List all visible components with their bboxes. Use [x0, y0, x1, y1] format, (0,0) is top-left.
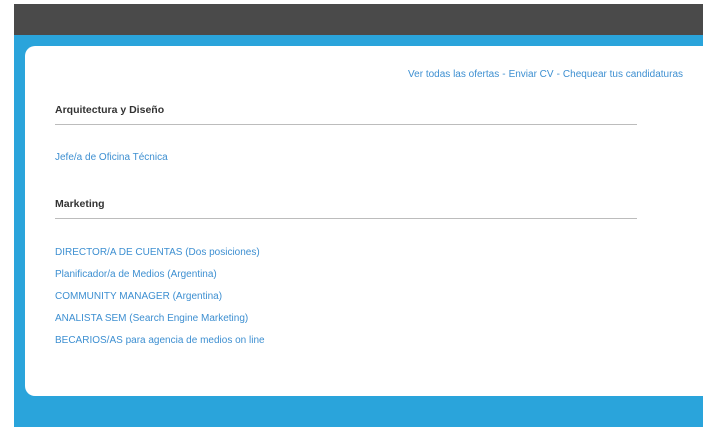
job-link[interactable]: DIRECTOR/A DE CUENTAS (Dos posiciones) [55, 247, 637, 259]
header-bar [14, 4, 703, 35]
send-cv-link[interactable]: Enviar CV [509, 69, 554, 80]
job-link[interactable]: BECARIOS/AS para agencia de medios on li… [55, 335, 637, 347]
check-applications-link[interactable]: Chequear tus candidaturas [563, 69, 683, 80]
job-listings-panel: Ver todas las ofertas - Enviar CV - Chequear… [25, 46, 703, 396]
link-separator: - [556, 69, 560, 80]
link-separator: - [502, 69, 506, 80]
top-links: Ver todas las ofertas - Enviar CV - Chequear… [408, 69, 683, 80]
section-marketing: Marketing DIRECTOR/A DE CUENTAS (Dos pos… [55, 198, 637, 357]
section-arquitectura: Arquitectura y Diseño Jefe/a de Oficina … [55, 104, 637, 174]
section-title: Arquitectura y Diseño [55, 104, 637, 125]
job-link[interactable]: Planificador/a de Medios (Argentina) [55, 269, 637, 281]
all-offers-link[interactable]: Ver todas las ofertas [408, 69, 499, 80]
job-link[interactable]: ANALISTA SEM (Search Engine Marketing) [55, 313, 637, 325]
job-list: Jefe/a de Oficina Técnica [55, 152, 637, 164]
job-link[interactable]: COMMUNITY MANAGER (Argentina) [55, 291, 637, 303]
job-list: DIRECTOR/A DE CUENTAS (Dos posiciones) P… [55, 247, 637, 347]
section-title: Marketing [55, 198, 637, 219]
job-link[interactable]: Jefe/a de Oficina Técnica [55, 152, 637, 164]
page-frame: Ver todas las ofertas - Enviar CV - Chequear… [0, 0, 703, 427]
